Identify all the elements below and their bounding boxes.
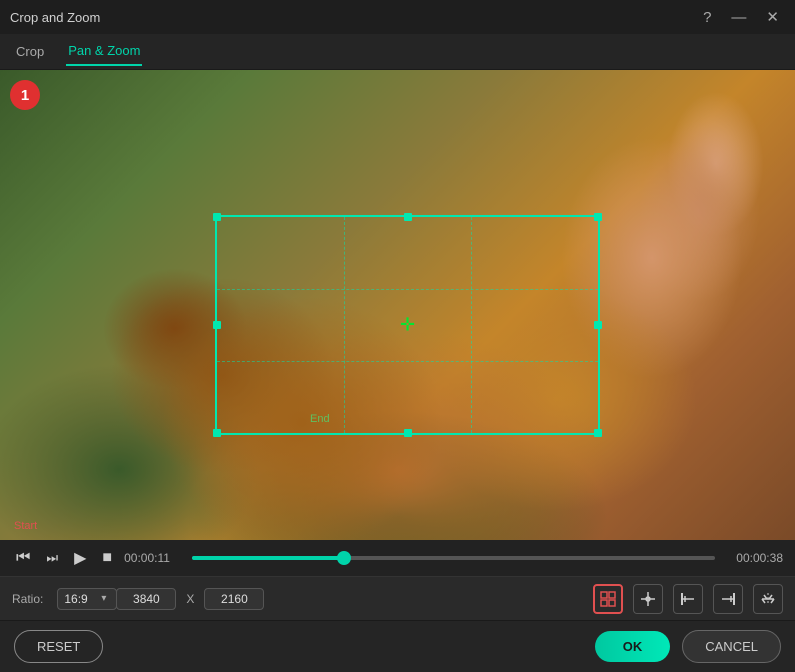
skip-back-button[interactable]: ⏮ — [12, 547, 34, 569]
total-time: 00:00:38 — [727, 551, 783, 565]
ratio-label: Ratio: — [12, 592, 43, 606]
keyframe-badge: 1 — [10, 80, 40, 110]
current-time: 00:00:11 — [124, 551, 180, 565]
dog-scene — [0, 70, 795, 540]
ok-button[interactable]: OK — [595, 631, 671, 662]
height-input[interactable] — [204, 588, 264, 610]
reset-button[interactable]: RESET — [14, 630, 103, 663]
tab-crop[interactable]: Crop — [14, 38, 46, 65]
step-frame-button[interactable]: ⏭ — [42, 548, 62, 568]
center-button[interactable] — [633, 584, 663, 614]
ratio-select[interactable]: 16:9 4:3 1:1 9:16 — [57, 588, 117, 610]
cancel-button[interactable]: CANCEL — [682, 630, 781, 663]
start-label: Start — [14, 520, 37, 532]
action-bar: RESET OK CANCEL — [0, 620, 795, 672]
bottom-controls-bar: Ratio: 16:9 4:3 1:1 9:16 ▾ X — [0, 576, 795, 620]
help-button[interactable]: ? — [697, 7, 717, 28]
title-bar-controls: ? — ✕ — [697, 6, 785, 28]
play-button[interactable]: ▶ — [70, 546, 90, 570]
dimension-x-separator: X — [186, 592, 194, 606]
minimize-button[interactable]: — — [725, 7, 752, 28]
tab-pan-zoom[interactable]: Pan & Zoom — [66, 37, 142, 66]
end-label: End — [310, 413, 330, 425]
stop-button[interactable]: ■ — [98, 547, 116, 569]
close-button[interactable]: ✕ — [760, 6, 785, 28]
tab-bar: Crop Pan & Zoom — [0, 34, 795, 70]
title-bar: Crop and Zoom ? — ✕ — [0, 0, 795, 34]
progress-fill — [192, 556, 344, 560]
align-right-button[interactable] — [713, 584, 743, 614]
flip-button[interactable] — [753, 584, 783, 614]
align-left-button[interactable] — [673, 584, 703, 614]
video-area: 1 Start ✛ End — [0, 70, 795, 540]
progress-track[interactable] — [192, 556, 715, 560]
playback-bar: ⏮ ⏭ ▶ ■ 00:00:11 00:00:38 — [0, 540, 795, 576]
window-title: Crop and Zoom — [10, 10, 100, 25]
progress-thumb[interactable] — [337, 551, 351, 565]
fit-to-frame-button[interactable] — [593, 584, 623, 614]
width-input[interactable] — [116, 588, 176, 610]
